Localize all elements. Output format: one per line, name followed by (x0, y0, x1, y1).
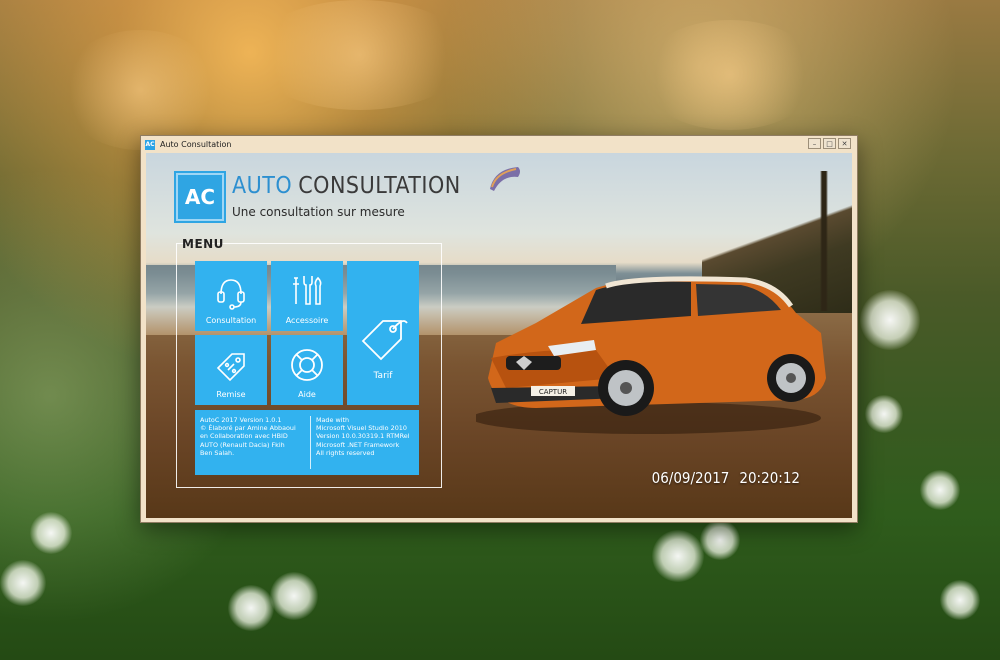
date-text: 06/09/2017 (651, 469, 730, 487)
car-image: CAPTUR (476, 276, 826, 434)
about-line: All rights reserved (316, 448, 375, 457)
dandelion (865, 395, 903, 433)
about-line: AUTO (Renault Dacia) Fkih (200, 440, 285, 449)
price-tag-icon (361, 320, 408, 361)
dandelion (860, 290, 920, 350)
tarif-button[interactable]: Tarif (347, 261, 419, 405)
minimize-icon: – (812, 140, 817, 148)
app-brand: AUTO CONSULTATION (232, 173, 461, 199)
about-line: Made with (316, 416, 350, 424)
close-icon: ✕ (841, 140, 848, 148)
accessoire-button[interactable]: Accessoire (271, 261, 343, 331)
dandelion (228, 585, 274, 631)
dandelion (940, 580, 980, 620)
menu-title: MENU (182, 237, 224, 251)
car-plate: CAPTUR (539, 388, 567, 396)
dandelion (0, 560, 46, 606)
window-title: Auto Consultation (160, 140, 232, 149)
about-madewith: Made with Microsoft Visuel Studio 2010 V… (311, 416, 410, 469)
headset-icon (217, 279, 245, 310)
app-window: AC Auto Consultation – □ ✕ CAPTUR AC AUT… (140, 135, 858, 523)
main-content: CAPTUR AC AUTO CONSULTATION Une consultat… (146, 153, 852, 518)
remise-label: Remise (216, 390, 246, 399)
aide-label: Aide (298, 390, 316, 399)
about-line: Microsoft Visuel Studio 2010 (316, 424, 407, 433)
tarif-label: Tarif (373, 371, 393, 381)
about-line: en Collaboration avec HBID (200, 432, 288, 441)
bokeh-light (60, 30, 220, 150)
title-bar[interactable]: AC Auto Consultation – □ ✕ (141, 136, 857, 153)
remise-button[interactable]: Remise (195, 335, 267, 405)
about-credits: AutoC 2017 Version 1.0.1 © Élaboré par A… (200, 416, 311, 469)
discount-tag-icon (216, 353, 245, 382)
date-time-display: 06/09/2017 20:20:12 (642, 469, 800, 487)
dandelion (920, 470, 960, 510)
app-logo: AC (176, 173, 224, 221)
consultation-label: Consultation (205, 316, 257, 325)
dandelion (30, 512, 72, 554)
tagline: Une consultation sur mesure (232, 205, 405, 219)
aide-button[interactable]: Aide (271, 335, 343, 405)
bokeh-light (250, 0, 470, 110)
brand-consultation: CONSULTATION (298, 173, 461, 199)
about-line: Microsoft .NET Framework (316, 440, 400, 449)
about-line: Ben Salah. (200, 448, 235, 457)
close-button[interactable]: ✕ (838, 138, 851, 149)
dandelion (652, 530, 704, 582)
about-line: © Élaboré par Amine Abbaoui (200, 424, 296, 433)
app-icon: AC (145, 139, 155, 150)
about-line: AutoC 2017 Version 1.0.1 (200, 416, 282, 424)
time-text: 20:20:12 (739, 469, 800, 487)
dandelion (700, 520, 740, 560)
tools-icon (293, 276, 322, 305)
about-line: Version 10.0.30319.1 RTMRel (316, 432, 410, 441)
maximize-button[interactable]: □ (823, 138, 836, 149)
lifebuoy-icon (291, 349, 323, 381)
consultation-button[interactable]: Consultation (195, 261, 267, 331)
brand-auto: AUTO (232, 173, 293, 199)
about-panel: AutoC 2017 Version 1.0.1 © Élaboré par A… (195, 410, 419, 475)
minimize-button[interactable]: – (808, 138, 821, 149)
accessoire-label: Accessoire (285, 316, 329, 325)
bokeh-light (640, 20, 820, 130)
maximize-icon: □ (826, 140, 833, 148)
kite-icon (490, 167, 520, 191)
dandelion (270, 572, 318, 620)
